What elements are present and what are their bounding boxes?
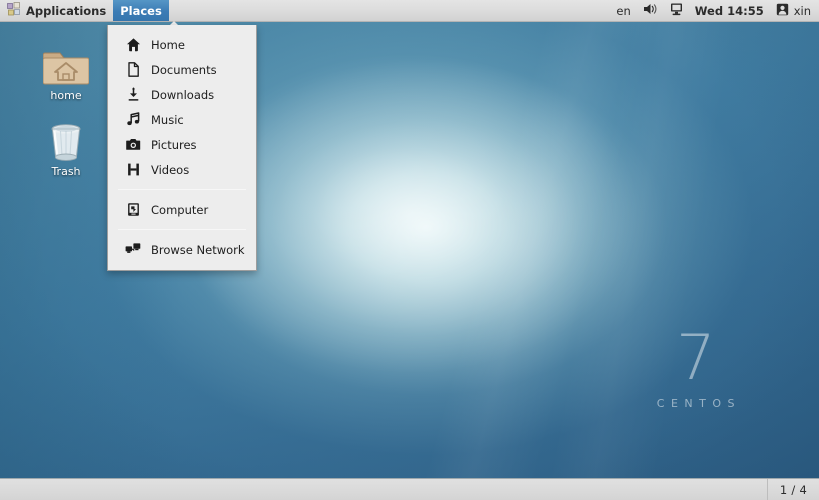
desktop-screen: 7 CENTOS home Trash Applications Places … [0,0,819,500]
places-item-browse-network[interactable]: Browse Network [108,237,256,262]
desktop-icon-label: home [50,89,82,102]
username-label: xin [793,3,811,18]
places-item-label: Documents [151,62,217,77]
computer-icon [125,202,141,218]
places-item-label: Pictures [151,137,197,152]
trash-icon [30,114,102,162]
bottom-panel: 1 / 4 [0,478,819,500]
places-item-label: Browse Network [151,242,245,257]
desktop-icon-trash[interactable]: Trash [30,114,102,178]
menu-separator [118,189,246,190]
places-menu-label: Places [120,3,162,18]
clock[interactable]: Wed 14:55 [689,0,770,22]
network-icon [125,242,141,258]
places-item-pictures[interactable]: Pictures [108,132,256,157]
places-menu-button[interactable]: Places [113,0,169,21]
places-item-computer[interactable]: Computer [108,197,256,222]
videos-icon [125,162,141,178]
documents-icon [125,62,141,78]
places-dropdown-menu: Home Documents Downloads Music Pictures … [107,25,257,271]
places-item-label: Downloads [151,87,215,102]
places-item-home[interactable]: Home [108,32,256,57]
places-item-videos[interactable]: Videos [108,157,256,182]
places-item-label: Videos [151,162,190,177]
system-tray: en Wed 14:55 xin [610,0,819,21]
applications-icon [7,2,21,19]
places-item-music[interactable]: Music [108,107,256,132]
volume-icon [643,2,658,19]
places-item-downloads[interactable]: Downloads [108,82,256,107]
panel-menu-group: Applications Places [0,0,169,21]
home-icon [125,37,141,53]
user-icon [776,3,789,19]
desktop-icon-home[interactable]: home [30,38,102,102]
top-panel: Applications Places en Wed 14:55 xin [0,0,819,22]
applications-menu-button[interactable]: Applications [0,0,113,21]
desktop-icon-label: Trash [51,165,81,178]
volume-button[interactable] [637,0,664,22]
downloads-icon [125,87,141,103]
workspace-switcher[interactable]: 1 / 4 [767,479,819,500]
places-item-documents[interactable]: Documents [108,57,256,82]
user-menu-button[interactable]: xin [770,0,813,22]
places-item-label: Music [151,112,184,127]
workspace-indicator-label: 1 / 4 [779,482,808,497]
music-icon [125,112,141,128]
places-item-label: Computer [151,202,209,217]
clock-label: Wed 14:55 [694,3,764,18]
keyboard-layout-label: en [616,3,631,18]
pictures-icon [125,137,141,153]
display-icon [670,2,683,19]
home-folder-icon [30,38,102,86]
applications-menu-label: Applications [26,3,107,18]
places-item-label: Home [151,37,185,52]
menu-separator [118,229,246,230]
window-list[interactable] [0,479,767,500]
display-settings-button[interactable] [664,0,689,22]
panel-spacer [169,0,611,21]
keyboard-layout-indicator[interactable]: en [610,0,636,22]
